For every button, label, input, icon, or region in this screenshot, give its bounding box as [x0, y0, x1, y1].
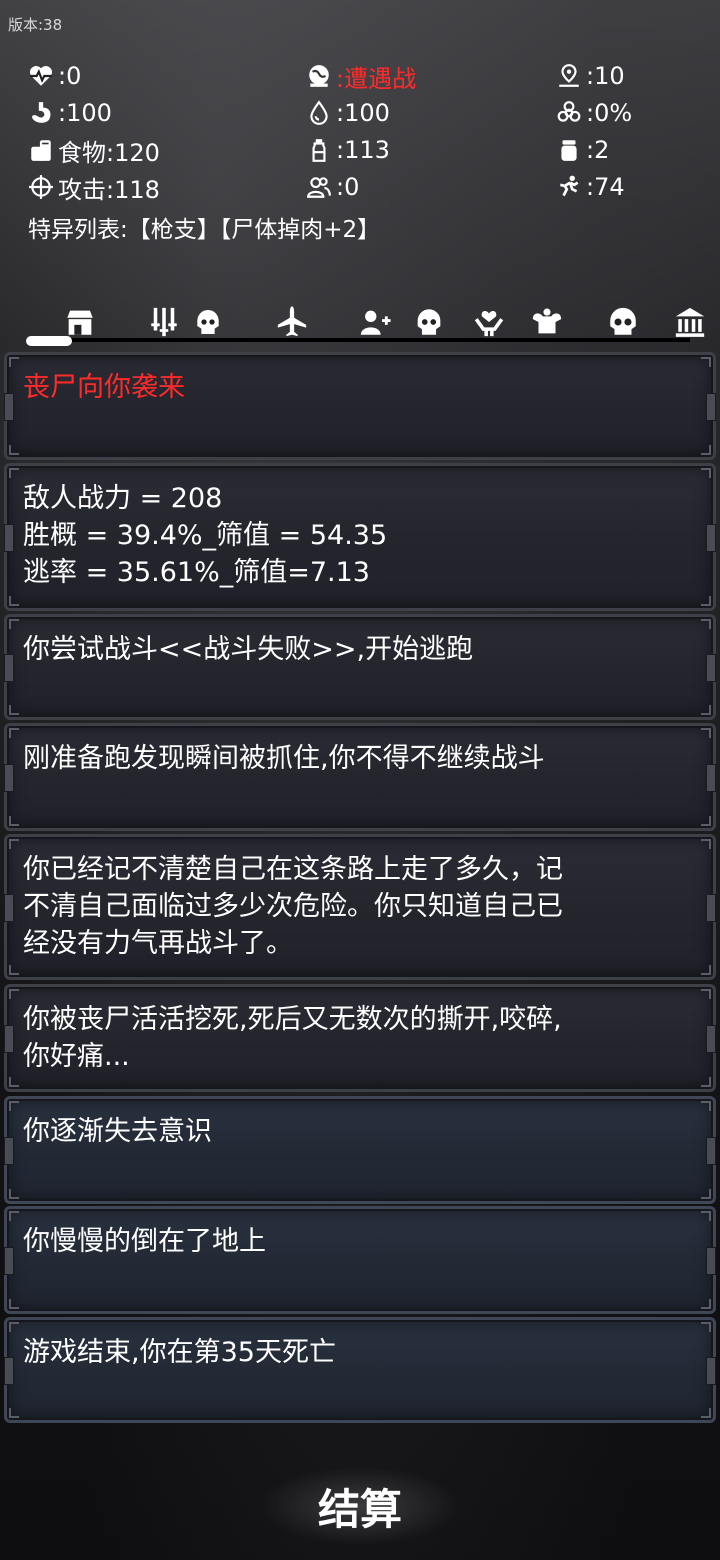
stat-drink: :113 [304, 132, 390, 168]
tab-bar [0, 300, 720, 350]
log-text: 丧尸向你袭来 [23, 372, 185, 403]
version-label: 版本:38 [8, 16, 63, 34]
running-icon [554, 172, 584, 202]
stat-attack: 攻击:118 [26, 169, 160, 205]
tab-divider [70, 338, 690, 342]
log-text: 你逐渐失去意识 [23, 1116, 212, 1147]
log-text: 你被丧尸活活挖死,死后又无数次的撕开,咬碎, 你好痛... [23, 1004, 562, 1072]
skull-icon[interactable] [412, 302, 446, 342]
heartbeat-icon [26, 61, 56, 91]
biohazard-icon [554, 98, 584, 128]
crosshair-icon [26, 172, 56, 202]
stats-panel: :0 :遭遇战 :10 :100 :100:0% 食物:120:113:2… [26, 58, 696, 206]
stat-ammo: :2 [554, 132, 609, 168]
log-text: 你慢慢的倒在了地上 [23, 1226, 266, 1257]
jar-icon [554, 135, 584, 165]
plane-icon[interactable] [272, 302, 312, 342]
globe-skull-icon [304, 61, 334, 91]
weapons-icon[interactable] [146, 302, 182, 342]
bottle-icon [304, 135, 334, 165]
stat-event: :遭遇战 [304, 58, 416, 94]
log-entry: 刚准备跑发现瞬间被抓住,你不得不继续战斗 [4, 723, 716, 831]
log-text: 敌人战力 = 208 胜概 = 39.4%_筛值 = 54.35 逃率 = 35… [23, 483, 388, 588]
log-entry: 你尝试战斗<<战斗失败>>,开始逃跑 [4, 614, 716, 720]
stat-companions: :0 [304, 169, 359, 205]
skull-icon[interactable] [192, 302, 224, 342]
log-text: 你已经记不清楚自己在这条路上走了多久，记 不清自己面临过多少次危险。你只知道自己… [23, 854, 563, 959]
log-entry: 你逐渐失去意识 [4, 1096, 716, 1204]
stat-infection: :0% [554, 95, 632, 131]
stat-hunger: :100 [26, 95, 112, 131]
stat-food: 食物:120 [26, 132, 160, 168]
heal-icon[interactable] [470, 302, 508, 342]
log-text: 刚准备跑发现瞬间被抓住,你不得不继续战斗 [23, 743, 545, 774]
stomach-icon [26, 98, 56, 128]
water-drop-icon [304, 98, 334, 128]
log-entry: 丧尸向你袭来 [4, 352, 716, 460]
skull-icon[interactable] [602, 302, 644, 342]
log-text: 你尝试战斗<<战斗失败>>,开始逃跑 [23, 634, 474, 665]
settle-button[interactable]: 结算 [260, 1466, 460, 1546]
food-can-icon [26, 135, 56, 165]
log-entry: 你被丧尸活活挖死,死后又无数次的撕开,咬碎, 你好痛... [4, 984, 716, 1092]
stat-location: :10 [554, 58, 625, 94]
log-text: 游戏结束,你在第35天死亡 [23, 1337, 336, 1368]
stat-speed: :74 [554, 169, 625, 205]
log-entry: 敌人战力 = 208 胜概 = 39.4%_筛值 = 54.35 逃率 = 35… [4, 463, 716, 611]
stat-water: :100 [304, 95, 390, 131]
group-icon [304, 172, 334, 202]
stat-health: :0 [26, 58, 81, 94]
add-person-icon[interactable] [356, 302, 394, 342]
strength-icon[interactable] [526, 302, 568, 342]
log-entry: 你已经记不清楚自己在这条路上走了多久，记 不清自己面临过多少次危险。你只知道自己… [4, 834, 716, 980]
tab-indicator [26, 336, 72, 346]
map-pin-icon [554, 61, 584, 91]
log-entry: 你慢慢的倒在了地上 [4, 1206, 716, 1314]
traits-list: 特异列表:【枪支】【尸体掉肉+2】 [28, 217, 381, 243]
bank-icon[interactable] [666, 302, 714, 342]
log-entry: 游戏结束,你在第35天死亡 [4, 1317, 716, 1423]
